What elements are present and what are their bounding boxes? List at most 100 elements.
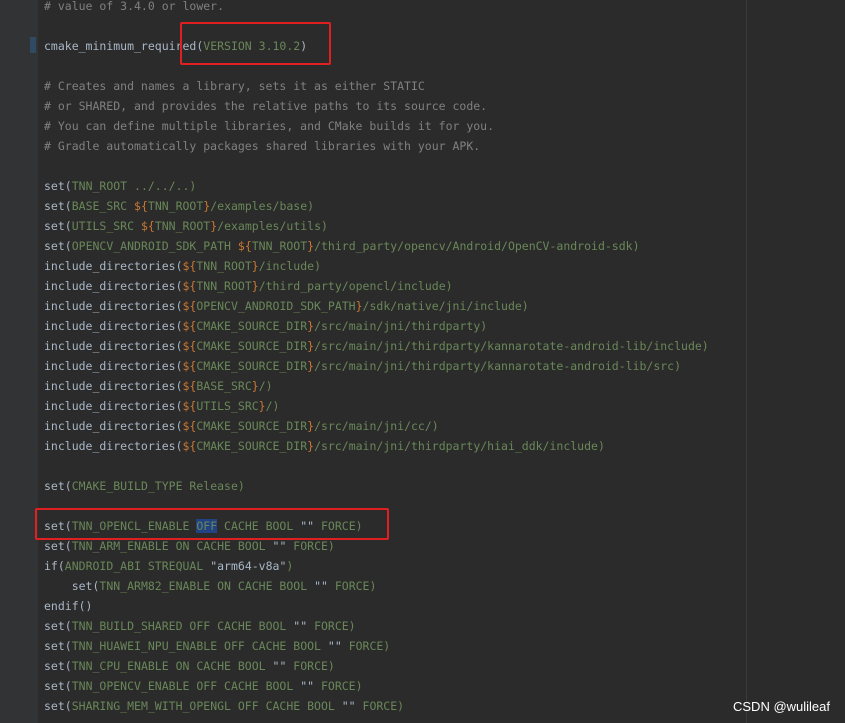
code-token: /src/main/jni/cc/) (314, 419, 439, 433)
code-line[interactable]: include_directories(${BASE_SRC}/) (44, 376, 273, 396)
code-line[interactable]: # value of 3.4.0 or lower. (44, 0, 224, 16)
code-token: "" (341, 699, 356, 713)
annotation-box-opencl (35, 508, 389, 540)
code-token: CMAKE_SOURCE_DIR (196, 359, 308, 373)
code-line[interactable]: include_directories(${CMAKE_SOURCE_DIR}/… (44, 316, 487, 336)
code-line[interactable]: # Gradle automatically packages shared l… (44, 136, 480, 156)
code-token: ( (64, 679, 72, 693)
code-token: BASE_SRC (196, 379, 252, 393)
code-token: ( (64, 619, 72, 633)
code-token: set (44, 699, 65, 713)
code-token: include_directories (44, 359, 176, 373)
code-line[interactable]: set(TNN_ARM82_ENABLE ON CACHE BOOL "" FO… (44, 576, 377, 596)
code-token: FORCE) (314, 679, 363, 693)
code-token: ANDROID_ABI STREQUAL (64, 559, 211, 573)
code-token: () (78, 599, 93, 613)
code-token: ${ (182, 439, 197, 453)
code-token: ( (175, 359, 183, 373)
code-token: TNN_ROOT (251, 239, 308, 253)
code-token: "" (272, 659, 287, 673)
code-token: CMAKE_BUILD_TYPE Release) (71, 479, 245, 493)
code-line[interactable]: # You can define multiple libraries, and… (44, 116, 494, 136)
code-token: set (44, 639, 65, 653)
code-token: TNN_ROOT (154, 219, 211, 233)
code-token: include_directories (44, 259, 176, 273)
code-token: set (44, 219, 65, 233)
code-token: /sdk/native/jni/include) (362, 299, 529, 313)
code-token: cmake_minimum_required (44, 39, 197, 53)
code-line[interactable]: include_directories(${CMAKE_SOURCE_DIR}/… (44, 336, 709, 356)
code-token: TNN_HUAWEI_NPU_ENABLE OFF CACHE BOOL (71, 639, 328, 653)
code-line[interactable]: # or SHARED, and provides the relative p… (44, 96, 487, 116)
code-line[interactable]: include_directories(${CMAKE_SOURCE_DIR}/… (44, 416, 439, 436)
code-token: set (44, 679, 65, 693)
code-token: } (355, 299, 363, 313)
code-line[interactable]: include_directories(${CMAKE_SOURCE_DIR}/… (44, 436, 605, 456)
code-token: FORCE) (327, 579, 377, 593)
code-token: TNN_BUILD_SHARED OFF CACHE BOOL (71, 619, 294, 633)
code-token: /src/main/jni/thirdparty) (314, 319, 488, 333)
code-token: ${ (182, 259, 197, 273)
code-token: ( (175, 379, 183, 393)
watermark: CSDN @wulileaf (733, 699, 830, 714)
code-line[interactable]: # Creates and names a library, sets it a… (44, 76, 425, 96)
code-token: set (44, 619, 65, 633)
code-line[interactable]: set(BASE_SRC ${TNN_ROOT}/examples/base) (44, 196, 314, 216)
code-token: TNN_ARM_ENABLE ON CACHE BOOL (71, 539, 273, 553)
right-margin-guide (746, 0, 747, 723)
code-token: set (44, 199, 65, 213)
code-token: } (251, 379, 259, 393)
code-token: FORCE) (286, 659, 335, 673)
code-line[interactable]: endif() (44, 596, 92, 616)
code-token: include_directories (44, 279, 176, 293)
code-token: CMAKE_SOURCE_DIR (196, 339, 308, 353)
code-token: set (44, 179, 65, 193)
code-token: ( (175, 279, 183, 293)
code-token: set (44, 479, 65, 493)
code-token: BASE_SRC (71, 199, 135, 213)
code-line[interactable]: set(TNN_ROOT ../../..) (44, 176, 196, 196)
code-token: include_directories (44, 379, 176, 393)
code-token: TNN_OPENCV_ENABLE OFF CACHE BOOL (71, 679, 301, 693)
code-token: TNN_ARM82_ENABLE ON CACHE BOOL (99, 579, 315, 593)
code-line[interactable]: include_directories(${UTILS_SRC}/) (44, 396, 279, 416)
code-line[interactable]: include_directories(${CMAKE_SOURCE_DIR}/… (44, 356, 681, 376)
code-line[interactable]: set(TNN_OPENCV_ENABLE OFF CACHE BOOL "" … (44, 676, 363, 696)
code-line[interactable]: set(TNN_HUAWEI_NPU_ENABLE OFF CACHE BOOL… (44, 636, 390, 656)
code-token: ${ (237, 239, 252, 253)
code-token: "" (314, 579, 328, 593)
code-token: ${ (182, 379, 197, 393)
code-line[interactable]: include_directories(${TNN_ROOT}/third_pa… (44, 276, 453, 296)
code-token: ( (64, 659, 72, 673)
change-marker (30, 37, 36, 53)
code-token: include_directories (44, 299, 176, 313)
code-token: if (44, 559, 58, 573)
code-token: ${ (182, 339, 197, 353)
code-token: /) (258, 379, 273, 393)
code-token: ( (64, 179, 72, 193)
code-line[interactable]: include_directories(${OPENCV_ANDROID_SDK… (44, 296, 529, 316)
code-line[interactable]: set(CMAKE_BUILD_TYPE Release) (44, 476, 245, 496)
code-token: ${ (134, 199, 148, 213)
annotation-box-version (180, 22, 331, 65)
code-line[interactable]: set(OPENCV_ANDROID_SDK_PATH ${TNN_ROOT}/… (44, 236, 640, 256)
code-token: "" (272, 539, 287, 553)
code-token: UTILS_SRC (196, 399, 259, 413)
code-token: ${ (182, 399, 197, 413)
code-token: "arm64-v8a" (210, 559, 287, 573)
code-line[interactable]: include_directories(${TNN_ROOT}/include) (44, 256, 321, 276)
code-token: "" (327, 639, 342, 653)
code-line[interactable]: if(ANDROID_ABI STREQUAL "arm64-v8a") (44, 556, 293, 576)
code-token: /examples/utils) (217, 219, 328, 233)
code-line[interactable]: set(UTILS_SRC ${TNN_ROOT}/examples/utils… (44, 216, 328, 236)
code-token: ${ (182, 279, 197, 293)
code-token: include_directories (44, 439, 176, 453)
code-token: } (251, 259, 259, 273)
code-token: # Creates and names a library, sets it a… (44, 79, 425, 93)
code-token: OPENCV_ANDROID_SDK_PATH (196, 299, 356, 313)
editor-gutter (0, 0, 38, 723)
code-line[interactable]: set(SHARING_MEM_WITH_OPENGL OFF CACHE BO… (44, 696, 404, 716)
code-line[interactable]: set(TNN_BUILD_SHARED OFF CACHE BOOL "" F… (44, 616, 356, 636)
code-line[interactable]: set(TNN_CPU_ENABLE ON CACHE BOOL "" FORC… (44, 656, 335, 676)
code-token: ( (64, 639, 72, 653)
